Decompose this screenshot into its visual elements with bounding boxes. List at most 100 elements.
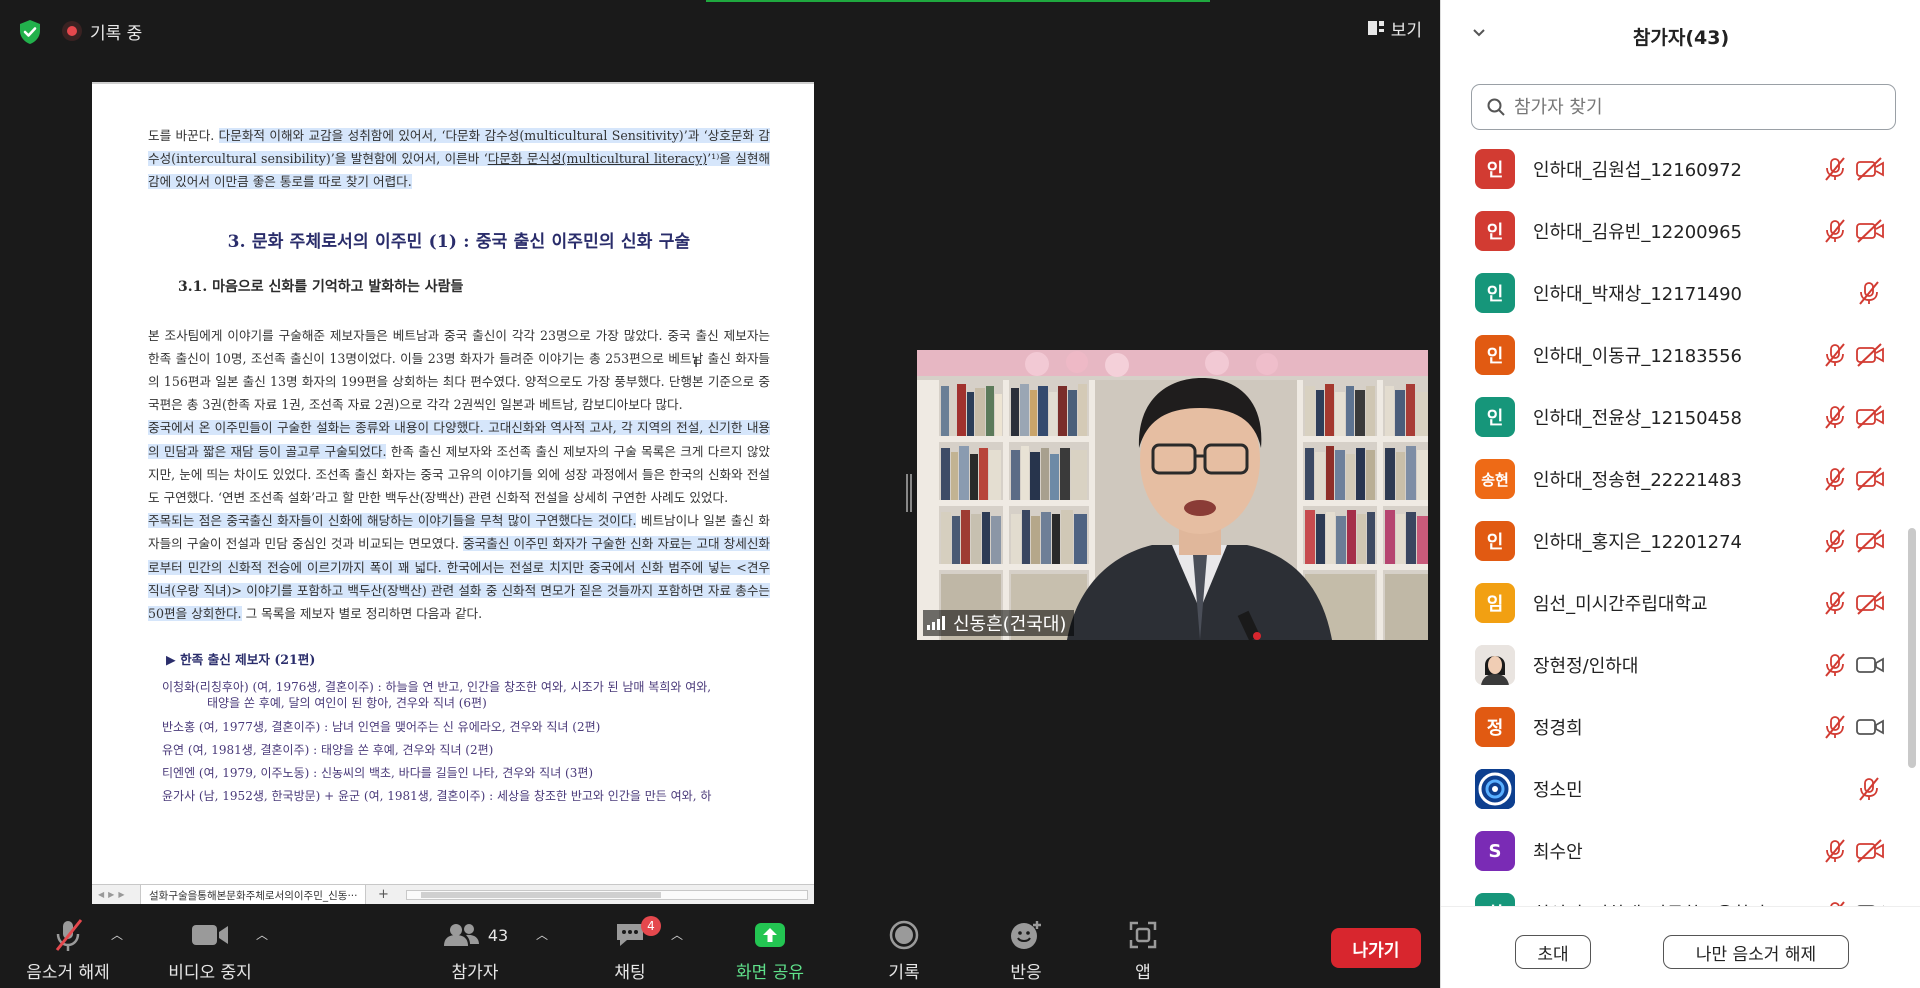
participant-row[interactable]: 인 인하대_김유빈_12200965 xyxy=(1441,200,1903,262)
video-off-icon xyxy=(1855,156,1885,182)
avatar: 인 xyxy=(1475,273,1515,313)
stop-video-label: 비디오 중지 xyxy=(168,963,252,983)
share-screen-icon xyxy=(753,912,787,958)
mic-muted-icon xyxy=(51,912,85,958)
invite-button[interactable]: 초대 xyxy=(1515,935,1591,969)
speaker-video-tile[interactable]: 신동흔(건국대) xyxy=(917,350,1428,640)
add-sheet-button[interactable]: + xyxy=(366,887,400,902)
chat-options-caret-icon[interactable]: ︿ xyxy=(671,926,683,943)
unmute-label: 음소거 해제 xyxy=(26,963,110,983)
participant-search-input[interactable] xyxy=(1514,96,1884,118)
avatar: 최 xyxy=(1475,893,1515,906)
video-off-icon xyxy=(1855,342,1885,368)
chevron-down-icon[interactable] xyxy=(1471,24,1487,46)
paragraph-2: 본 조사팀에게 이야기를 구술해준 제보자들은 베트남과 중국 출신이 각각 2… xyxy=(148,324,770,417)
participant-row[interactable]: 최최선정_인하대_다문화교육학과 xyxy=(1441,882,1903,906)
informant-list-item: 반소홍 (여, 1977생, 결혼이주) : 남녀 인연을 맺어주는 신 유에라… xyxy=(148,716,770,739)
participant-name: 임선_미시간주립대학교 xyxy=(1533,594,1708,615)
participant-row[interactable]: 인 인하대_전윤상_12150458 xyxy=(1441,386,1903,448)
panel-header: 참가자(43) xyxy=(1441,0,1920,72)
mic-muted-icon xyxy=(1822,466,1848,492)
participants-panel: 참가자(43) 인인하대_김원섭_12160972인인하대_김유빈_122009… xyxy=(1440,0,1920,988)
horizontal-scrollbar[interactable] xyxy=(406,889,808,900)
mic-muted-icon xyxy=(1822,404,1848,430)
security-shield-icon[interactable] xyxy=(16,18,44,46)
chat-label: 채팅 xyxy=(614,963,646,983)
mic-muted-icon xyxy=(1822,652,1848,678)
mic-muted-icon xyxy=(1822,714,1848,740)
chat-unread-badge: 4 xyxy=(641,916,661,936)
apps-label: 앱 xyxy=(1135,963,1151,983)
record-label: 기록 xyxy=(888,963,920,983)
participant-row[interactable]: 인 인하대_박재상_12171490 xyxy=(1441,262,1903,324)
reactions-button[interactable]: 반응 xyxy=(996,912,1056,986)
unmute-me-button[interactable]: 나만 음소거 해제 xyxy=(1663,935,1849,969)
video-camera-icon xyxy=(190,912,230,958)
participant-list-scrollbar[interactable] xyxy=(1908,528,1916,768)
participant-name: 인하대_전윤상_12150458 xyxy=(1533,408,1742,429)
mic-muted-icon xyxy=(1822,528,1848,554)
view-button[interactable]: 보기 xyxy=(1367,14,1422,42)
participant-name: 인하대_김원섭_12160972 xyxy=(1533,160,1742,181)
speaker-name: 신동흔(건국대) xyxy=(953,614,1067,635)
record-button[interactable]: 기록 xyxy=(872,912,936,986)
text-run: 주목되는 점은 중국출신 화자들이 신화에 해당하는 이야기들을 무척 많이 구… xyxy=(148,513,637,529)
apps-icon xyxy=(1128,912,1158,958)
participant-row[interactable]: 인 인하대_홍지은_12201274 xyxy=(1441,510,1903,572)
participants-options-caret-icon[interactable]: ︿ xyxy=(536,926,548,943)
informant-list-item: 유연 (여, 1981생, 결혼이주) : 태양을 쏜 후예, 견우와 직녀 (… xyxy=(148,739,770,762)
chat-icon: 4 xyxy=(613,912,661,958)
audio-options-caret-icon[interactable]: ︿ xyxy=(111,926,123,943)
participant-name: 인하대_이동규_12183556 xyxy=(1533,346,1742,367)
participant-row[interactable]: 인 인하대_김원섭_12160972 xyxy=(1441,138,1903,200)
participants-button[interactable]: 43 참가자 xyxy=(430,912,520,986)
informant-list: 이청화(리칭후아) (여, 1976생, 결혼이주) : 하늘을 연 반고, 인… xyxy=(148,676,770,808)
participant-row[interactable]: 송현 인하대_정송현_22221483 xyxy=(1441,448,1903,510)
chat-button[interactable]: 4 채팅 xyxy=(600,912,661,986)
informant-entry-text: 티엔엔 (여, 1979, 이주노동) : 신농씨의 백초, 바다를 길들인 나… xyxy=(162,766,594,781)
sheet-nav-arrows[interactable]: ◀ ▶ ▶ xyxy=(92,890,140,899)
leave-meeting-button[interactable]: 나가기 xyxy=(1331,928,1421,968)
participant-row[interactable]: 인 인하대_이동규_12183556 xyxy=(1441,324,1903,386)
participant-list: 인 인하대_김원섭_12160972 인 인하대_김유빈_12200965 인 인하대_박… xyxy=(1441,138,1903,906)
text-run: 다문화 문식성(multicultural literacy) xyxy=(487,151,708,167)
record-icon xyxy=(888,912,920,958)
participant-row[interactable]: 정 정경희 xyxy=(1441,696,1903,758)
participant-row[interactable]: S 최수안 xyxy=(1441,820,1903,882)
sheet-tab[interactable]: 설화구술을통해본문화주체로서의이주민_신동··· xyxy=(140,884,367,904)
share-screen-button[interactable]: 화면 공유 xyxy=(722,912,818,986)
participant-search-box[interactable] xyxy=(1471,84,1896,130)
mic-muted-icon xyxy=(1822,218,1848,244)
text-run: 도를 바꾼다. xyxy=(148,128,219,143)
stop-video-button[interactable]: 비디오 중지 xyxy=(155,912,265,986)
recording-label: 기록 중 xyxy=(90,23,143,44)
avatar: 인 xyxy=(1475,335,1515,375)
reaction-emoji-icon xyxy=(1009,912,1043,958)
unmute-button[interactable]: 음소거 해제 xyxy=(18,912,118,986)
participant-row[interactable]: 임 임선_미시간주립대학교 xyxy=(1441,572,1903,634)
participant-row[interactable]: 장현정/인하대 xyxy=(1441,634,1903,696)
split-resize-handle[interactable] xyxy=(906,474,912,512)
recording-indicator[interactable]: 기록 중 xyxy=(62,16,142,46)
text-run: 본 조사팀에게 이야기를 구술해준 제보자들은 베트남과 중국 출신이 각각 2… xyxy=(148,327,770,413)
informant-list-heading: ▶ 한족 출신 제보자 (21편) xyxy=(166,652,316,668)
meeting-toolbar: 음소거 해제 ︿ 비디오 중지 ︿ 43 참가자 ︿ 4 채팅 ︿ 화면 공유 … xyxy=(0,908,1440,988)
participant-row[interactable]: 정소민 xyxy=(1441,758,1903,820)
mic-muted-icon xyxy=(1822,838,1848,864)
text-run: 그 목록을 제보자 별로 정리하면 다음과 같다. xyxy=(241,606,483,622)
video-options-caret-icon[interactable]: ︿ xyxy=(256,926,268,943)
mic-muted-icon xyxy=(1822,590,1848,616)
recording-dot-icon xyxy=(62,21,82,41)
participants-icon xyxy=(443,924,479,946)
avatar: 송현 xyxy=(1475,459,1515,499)
participant-name: 정소민 xyxy=(1533,780,1583,801)
paragraph-3: 중국에서 온 이주민들이 구술한 설화는 종류와 내용이 다양했다. 고대신화와… xyxy=(148,416,770,509)
speaker-video-frame xyxy=(917,350,1428,640)
share-screen-label: 화면 공유 xyxy=(736,963,804,983)
video-off-icon xyxy=(1855,218,1885,244)
mic-muted-icon xyxy=(1822,156,1848,182)
scrollbar-thumb[interactable] xyxy=(421,891,662,898)
apps-button[interactable]: 앱 xyxy=(1118,912,1168,986)
reactions-label: 반응 xyxy=(1010,963,1042,983)
view-layout-icon xyxy=(1367,21,1384,35)
